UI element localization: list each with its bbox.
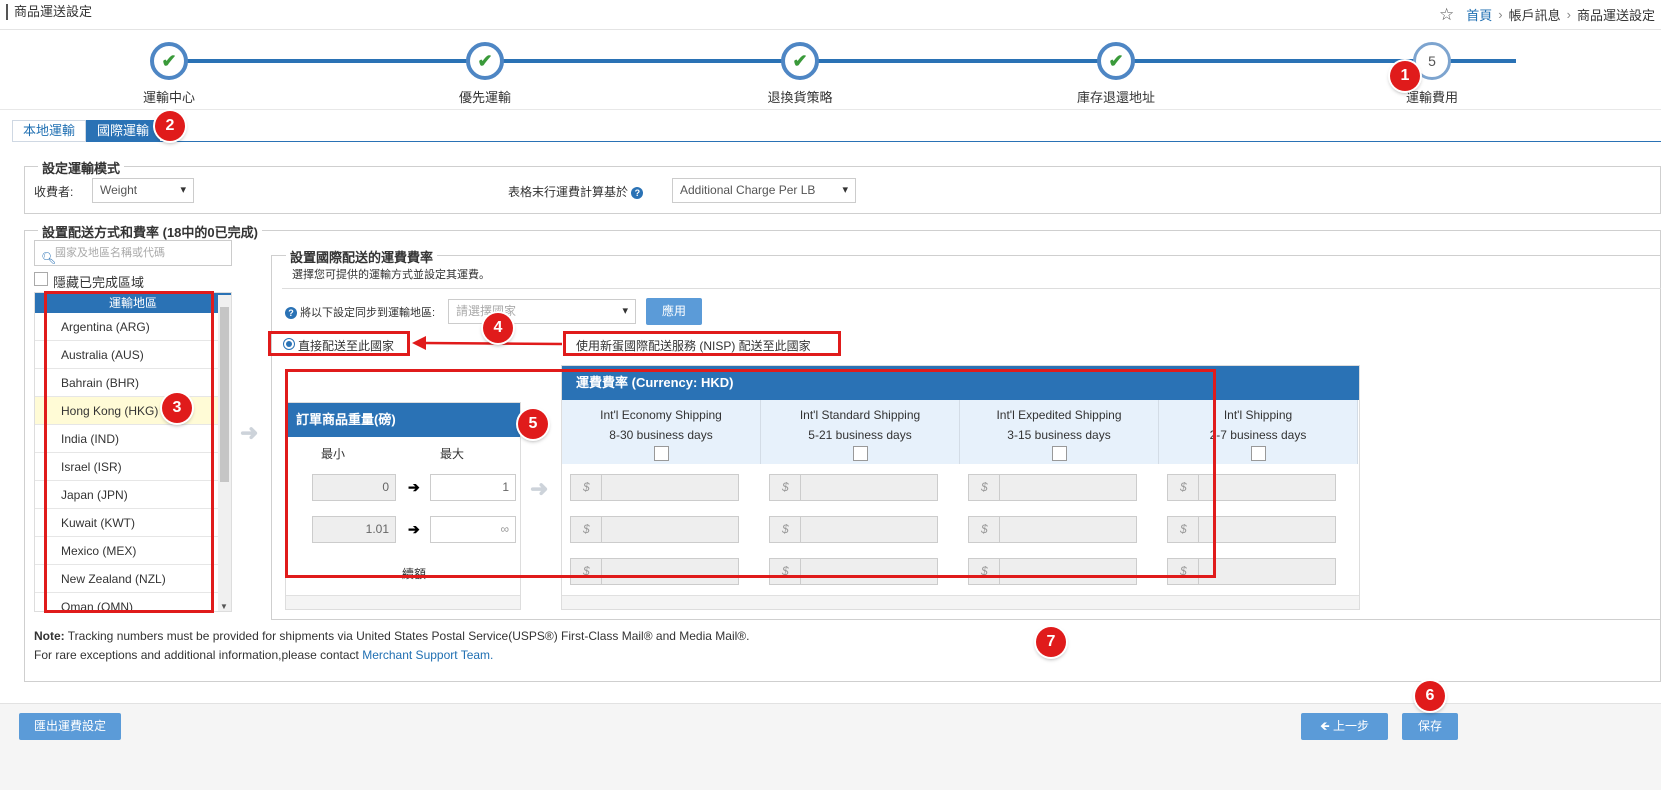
- annotation-box-direct-option: [268, 331, 410, 356]
- step-return-address[interactable]: ✔ 庫存退還地址: [1016, 42, 1216, 106]
- previous-step-button[interactable]: 🡸 上一步: [1301, 713, 1388, 740]
- breadcrumb-home[interactable]: 首頁: [1466, 5, 1492, 24]
- arrow-left-icon: 🡸: [1319, 719, 1330, 733]
- check-icon: ✔: [466, 42, 504, 80]
- save-button[interactable]: 保存: [1402, 713, 1458, 740]
- tabs-underline: [12, 141, 1661, 142]
- scroll-down-icon[interactable]: ▼: [220, 602, 228, 611]
- previous-step-label: 上一步: [1333, 719, 1370, 733]
- intl-rates-title: 設置國際配送的運費費率: [286, 247, 438, 266]
- tab-international-shipping[interactable]: 國際運輸: [86, 120, 161, 142]
- shipping-mode-legend: 設定運輸模式: [38, 158, 125, 177]
- step-label: 運輸中心: [142, 90, 195, 105]
- annotation-box-nisp-option: [563, 331, 841, 356]
- breadcrumb: ☆ 首頁 › 帳戶訊息 › 商品運送設定: [1439, 5, 1655, 24]
- sync-country-select[interactable]: 請選擇國家 ▾: [448, 299, 636, 324]
- annotation-badge: 6: [1415, 681, 1445, 711]
- annotation-badge: 7: [1036, 627, 1066, 657]
- charge-by-label: 收費者:: [34, 185, 74, 199]
- page: 商品運送設定 ☆ 首頁 › 帳戶訊息 › 商品運送設定 ✔ 運輸中心 ✔ 優先運…: [0, 0, 1661, 790]
- last-row-basis-select[interactable]: Additional Charge Per LB ▾: [672, 178, 856, 203]
- charge-by-select[interactable]: Weight ▾: [92, 178, 194, 203]
- note-text: For rare exceptions and additional infor…: [34, 648, 363, 662]
- chevron-right-icon: ›: [1566, 7, 1571, 22]
- annotation-box-rate-table: [285, 369, 1216, 578]
- note-line-1: Note: Tracking numbers must be provided …: [34, 627, 749, 646]
- check-icon: ✔: [150, 42, 188, 80]
- breadcrumb-current: 商品運送設定: [1576, 8, 1655, 23]
- region-list-scrollbar[interactable]: ▼: [218, 295, 231, 611]
- last-row-basis-label: 表格末行運費計算基於 ?: [508, 183, 644, 200]
- chevron-down-icon: ▾: [622, 305, 628, 317]
- step-shipping-center[interactable]: ✔ 運輸中心: [69, 42, 269, 106]
- top-bar: 商品運送設定 ☆ 首頁 › 帳戶訊息 › 商品運送設定: [0, 0, 1661, 30]
- divider: [282, 288, 1661, 289]
- apply-button[interactable]: 應用: [646, 298, 702, 325]
- note-text: Tracking numbers must be provided for sh…: [64, 629, 750, 643]
- arrow-right-icon: ➜: [240, 420, 259, 445]
- step-label: 退換貨策略: [767, 90, 833, 105]
- region-search-input[interactable]: 🔍︎ 國家及地區名稱或代碼: [34, 240, 232, 266]
- note-bold: Note:: [34, 629, 65, 643]
- chevron-down-icon: ▾: [842, 184, 848, 196]
- weight-table-scrollbar[interactable]: [286, 595, 520, 609]
- page-title: 商品運送設定: [6, 4, 92, 20]
- star-icon[interactable]: ☆: [1439, 6, 1454, 23]
- help-icon[interactable]: ?: [285, 307, 297, 320]
- help-icon[interactable]: ?: [631, 186, 644, 199]
- annotation-badge: 5: [518, 409, 548, 439]
- hide-completed-label: 隱藏已完成區域: [53, 275, 145, 290]
- breadcrumb-account[interactable]: 帳戶訊息: [1509, 5, 1561, 24]
- step-priority-shipping[interactable]: ✔ 優先運輸: [385, 42, 585, 106]
- method-checkbox[interactable]: [1250, 446, 1266, 461]
- search-placeholder: 國家及地區名稱或代碼: [55, 247, 165, 259]
- step-return-policy[interactable]: ✔ 退換貨策略: [700, 42, 900, 106]
- annotation-badge: 2: [155, 111, 185, 141]
- chevron-right-icon: ›: [1498, 7, 1503, 22]
- rate-table-scrollbar[interactable]: [562, 595, 1359, 609]
- check-icon: ✔: [1097, 42, 1135, 80]
- annotation-badge: 4: [483, 313, 513, 343]
- merchant-support-link[interactable]: Merchant Support Team.: [362, 648, 493, 662]
- intl-rates-subtitle: 選擇您可提供的運輸方式並設定其運費。: [292, 269, 490, 281]
- shipping-methods-legend: 設置配送方式和費率 (18中的0已完成): [38, 222, 262, 241]
- hide-completed-checkbox[interactable]: [34, 272, 48, 286]
- tracking-note: Note: Tracking numbers must be provided …: [34, 627, 749, 665]
- check-icon: ✔: [781, 42, 819, 80]
- sync-label-text: 將以下設定同步到運輸地區:: [300, 307, 436, 319]
- annotation-badge: 1: [1390, 61, 1420, 91]
- step-label: 運輸費用: [1405, 90, 1458, 105]
- search-icon: 🔍︎: [41, 251, 57, 265]
- tab-local-shipping[interactable]: 本地運輸: [12, 120, 87, 142]
- sync-label: ? 將以下設定同步到運輸地區:: [285, 304, 435, 320]
- annotation-box-region-list: [44, 291, 214, 613]
- scrollbar-thumb[interactable]: [220, 307, 229, 482]
- export-settings-button[interactable]: 匯出運費設定: [19, 713, 121, 740]
- note-line-2: For rare exceptions and additional infor…: [34, 646, 749, 665]
- step-shipping-rates[interactable]: 5 運輸費用: [1332, 42, 1532, 106]
- chevron-down-icon: ▾: [180, 184, 186, 196]
- last-row-basis-value: Additional Charge Per LB: [680, 183, 816, 197]
- charge-by-value: Weight: [100, 183, 138, 197]
- annotation-badge: 3: [162, 393, 192, 423]
- last-row-basis-text: 表格末行運費計算基於: [508, 185, 629, 199]
- footer-bar: 匯出運費設定 🡸 上一步 保存: [0, 703, 1661, 790]
- tab-bar: 本地運輸 國際運輸: [12, 120, 161, 142]
- step-label: 優先運輸: [458, 90, 511, 105]
- step-label: 庫存退還地址: [1076, 90, 1155, 105]
